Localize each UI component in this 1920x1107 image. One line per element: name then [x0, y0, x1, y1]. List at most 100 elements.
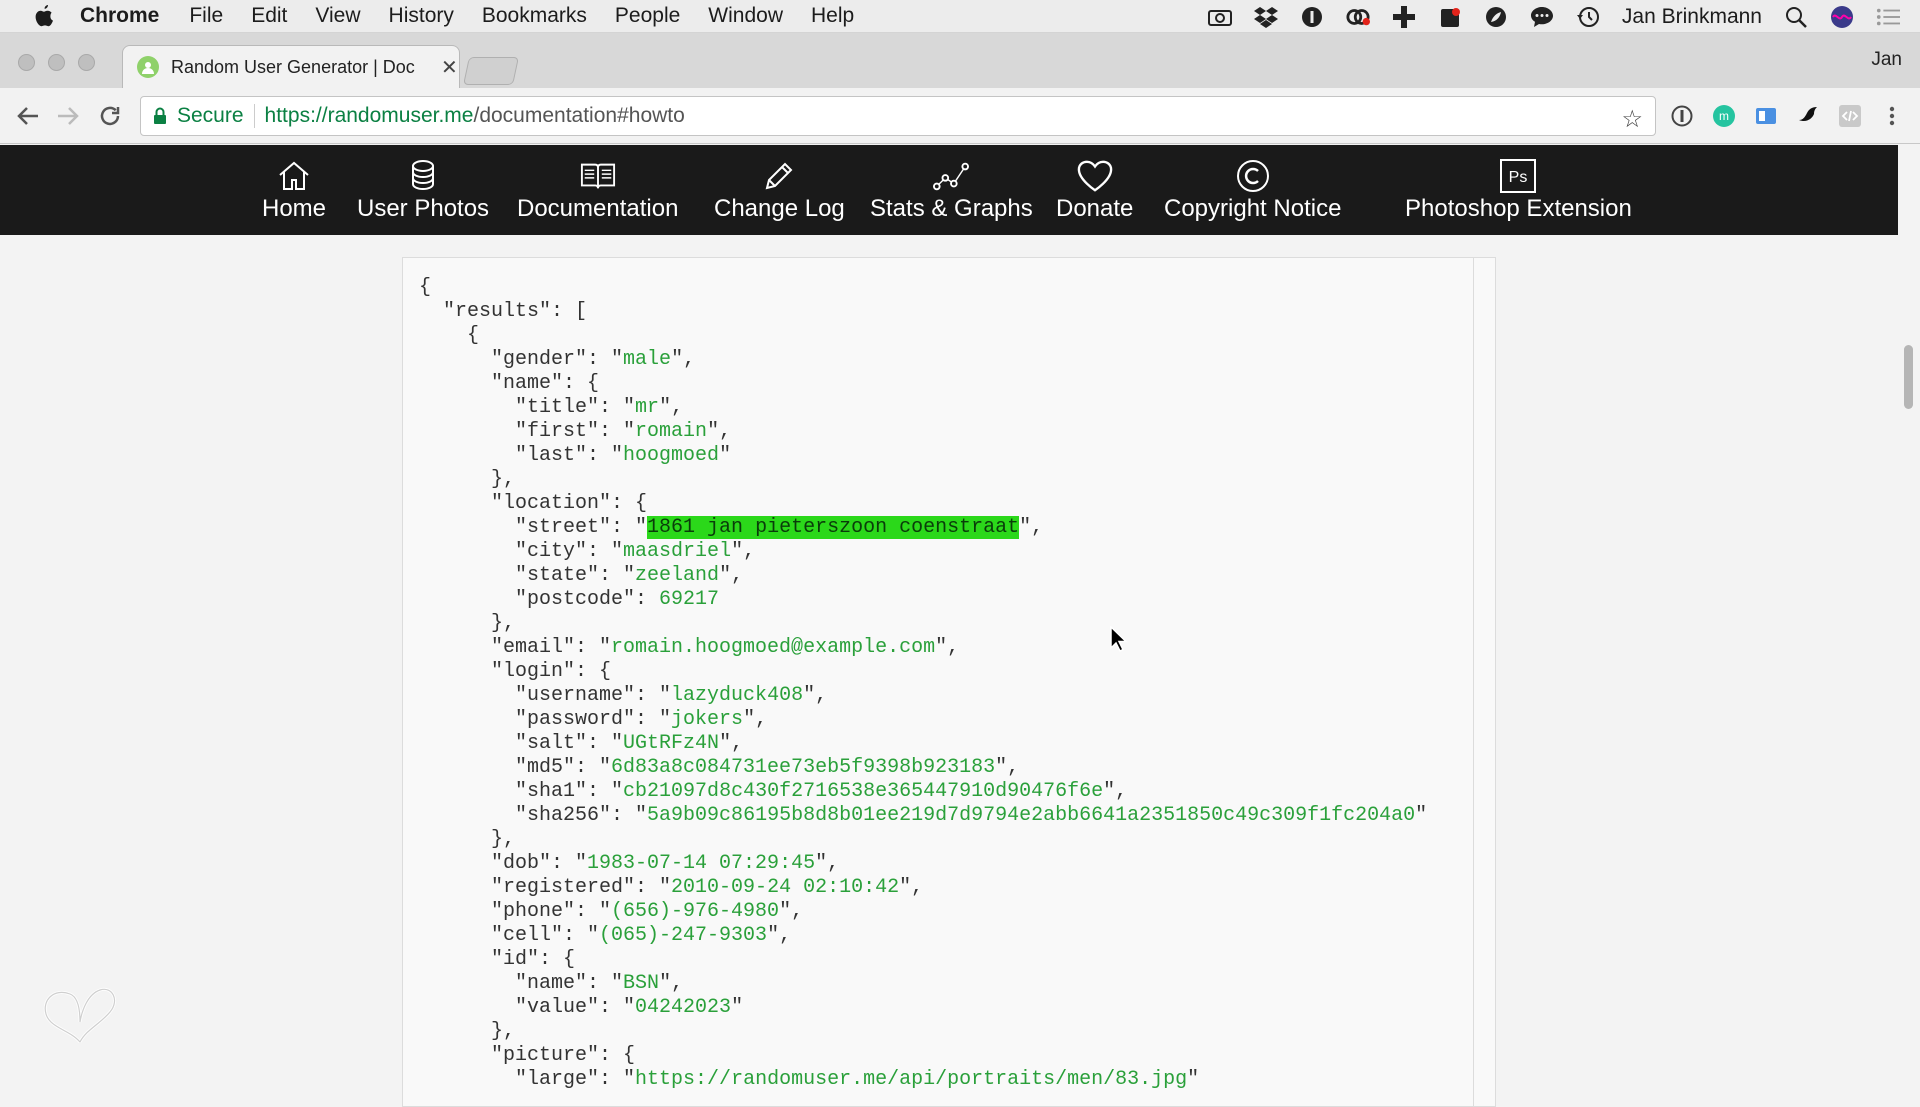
tab-close-icon[interactable]: ✕	[441, 55, 458, 80]
nav-copyright-notice[interactable]: Copyright Notice	[1164, 159, 1341, 223]
json-md5: 6d83a8c084731ee73eb5f9398b923183	[611, 756, 996, 779]
creative-cloud-icon[interactable]	[1346, 6, 1370, 28]
nav-user-photos-label: User Photos	[357, 195, 490, 222]
bookmark-star-icon[interactable]: ☆	[1621, 105, 1643, 134]
window-zoom-button[interactable]	[78, 54, 95, 71]
menu-history[interactable]: History	[389, 4, 454, 28]
randomuser-favicon-icon	[137, 56, 159, 78]
nav-change-log[interactable]: Change Log	[714, 159, 845, 223]
secure-label[interactable]: Secure	[177, 104, 244, 128]
json-name-last: hoogmoed	[623, 444, 720, 467]
json-password: jokers	[671, 708, 744, 731]
chat-bubble-icon[interactable]	[1530, 6, 1554, 28]
home-icon	[276, 159, 312, 193]
copyright-icon	[1235, 159, 1271, 193]
forward-arrow-icon[interactable]	[54, 102, 82, 130]
omnibox-separator	[253, 104, 255, 128]
siri-icon[interactable]	[1830, 5, 1854, 28]
book-icon	[580, 159, 616, 193]
graph-icon	[933, 159, 970, 193]
menu-window[interactable]: Window	[708, 4, 783, 28]
menu-bookmarks[interactable]: Bookmarks	[482, 4, 587, 28]
chrome-menu-icon[interactable]	[1880, 104, 1904, 128]
bird-extension-icon[interactable]	[1796, 104, 1820, 128]
spotlight-search-icon[interactable]	[1784, 6, 1808, 28]
macos-menu-bar: Chrome File Edit View History Bookmarks …	[0, 0, 1920, 33]
window-minimize-button[interactable]	[48, 54, 65, 71]
nav-user-photos[interactable]: User Photos	[357, 159, 489, 223]
json-street-highlighted: 1861 jan pieterszoon coenstraat	[647, 516, 1020, 539]
nav-donate-label: Donate	[1056, 195, 1134, 222]
lock-icon	[153, 107, 167, 125]
butterfly-watermark-icon	[43, 987, 116, 1044]
json-sha256: 5a9b09c86195b8d8b01ee219d7d9794e2abb6641…	[647, 804, 1416, 827]
chrome-profile-button[interactable]: Jan	[1871, 49, 1902, 71]
menubar-user-name[interactable]: Jan Brinkmann	[1622, 5, 1762, 29]
nav-copyright-notice-label: Copyright Notice	[1164, 195, 1342, 222]
json-cell: (065)-247-9303	[599, 924, 768, 947]
plus-cross-icon[interactable]	[1392, 5, 1416, 28]
browser-toolbar: Secure https://randomuser.me /documentat…	[0, 88, 1920, 144]
json-name-first: romain	[635, 420, 708, 443]
nav-stats-graphs-label: Stats & Graphs	[870, 195, 1033, 222]
pencil-icon	[761, 159, 797, 193]
nav-change-log-label: Change Log	[714, 195, 845, 222]
onepassword-icon[interactable]	[1300, 6, 1324, 28]
json-state: zeeland	[635, 564, 720, 587]
nav-photoshop-extension-label: Photoshop Extension	[1405, 195, 1632, 222]
photoshop-icon: Ps	[1500, 159, 1537, 193]
reload-icon[interactable]	[96, 102, 124, 130]
nav-home[interactable]: Home	[262, 159, 326, 223]
address-bar[interactable]: Secure https://randomuser.me /documentat…	[140, 96, 1656, 136]
window-extension-icon[interactable]	[1754, 104, 1778, 128]
nav-documentation-label: Documentation	[517, 195, 679, 222]
onepassword-extension-icon[interactable]	[1670, 104, 1694, 128]
json-code-block: { "results": [ { "gender": "male", "name…	[402, 257, 1496, 1107]
menu-help[interactable]: Help	[811, 4, 854, 28]
user-photos-icon	[405, 159, 441, 193]
json-sha1: cb21097d8c430f2716538e365447910d90476f6e	[623, 780, 1104, 803]
new-tab-button[interactable]	[463, 57, 519, 85]
menu-file[interactable]: File	[189, 4, 223, 28]
json-gender: male	[623, 348, 672, 371]
json-code: { "results": [ { "gender": "male", "name…	[419, 276, 1428, 1091]
nav-stats-graphs[interactable]: Stats & Graphs	[870, 159, 1033, 223]
nav-donate[interactable]: Donate	[1056, 159, 1133, 223]
heart-icon	[1077, 159, 1113, 193]
json-phone: (656)-976-4980	[611, 900, 780, 923]
browser-tab-active[interactable]: Random User Generator | Doc ✕	[122, 45, 460, 88]
tab-strip: Random User Generator | Doc ✕ Jan	[0, 33, 1920, 88]
camera-icon[interactable]	[1207, 6, 1232, 28]
json-city: maasdriel	[623, 540, 732, 563]
json-postcode: 69217	[659, 588, 720, 611]
json-username: lazyduck408	[671, 684, 804, 707]
m-extension-icon[interactable]: m	[1712, 104, 1736, 128]
menu-chrome[interactable]: Chrome	[80, 4, 159, 28]
tab-title: Random User Generator | Doc	[171, 56, 415, 77]
url-host: https://randomuser.me	[264, 104, 474, 127]
nav-home-label: Home	[262, 195, 327, 222]
page-scrollbar[interactable]	[1898, 145, 1920, 1080]
json-salt: UGtRFz4N	[623, 732, 720, 755]
notification-center-icon[interactable]	[1876, 6, 1900, 28]
svg-text:m: m	[1719, 109, 1729, 123]
code-extension-icon[interactable]	[1838, 104, 1862, 128]
nav-documentation[interactable]: Documentation	[517, 159, 678, 223]
menu-people[interactable]: People	[615, 4, 680, 28]
nav-photoshop-extension[interactable]: Ps Photoshop Extension	[1405, 159, 1632, 223]
back-arrow-icon[interactable]	[14, 102, 42, 130]
json-dob: 1983-07-14 07:29:45	[587, 852, 816, 875]
code-block-divider	[1473, 258, 1474, 1106]
dropbox-icon[interactable]	[1253, 6, 1278, 28]
svg-text:Ps: Ps	[1509, 169, 1528, 186]
clipboard-icon[interactable]	[1438, 6, 1462, 28]
window-close-button[interactable]	[18, 54, 35, 71]
url-path: /documentation#howto	[473, 104, 685, 127]
apple-icon[interactable]	[30, 5, 58, 27]
menu-view[interactable]: View	[315, 4, 360, 28]
json-email: romain.hoogmoed@example.com	[611, 636, 936, 659]
menu-edit[interactable]: Edit	[251, 4, 287, 28]
leaf-icon[interactable]	[1484, 6, 1508, 28]
time-machine-icon[interactable]	[1576, 6, 1600, 28]
scrollbar-thumb[interactable]	[1904, 345, 1913, 409]
